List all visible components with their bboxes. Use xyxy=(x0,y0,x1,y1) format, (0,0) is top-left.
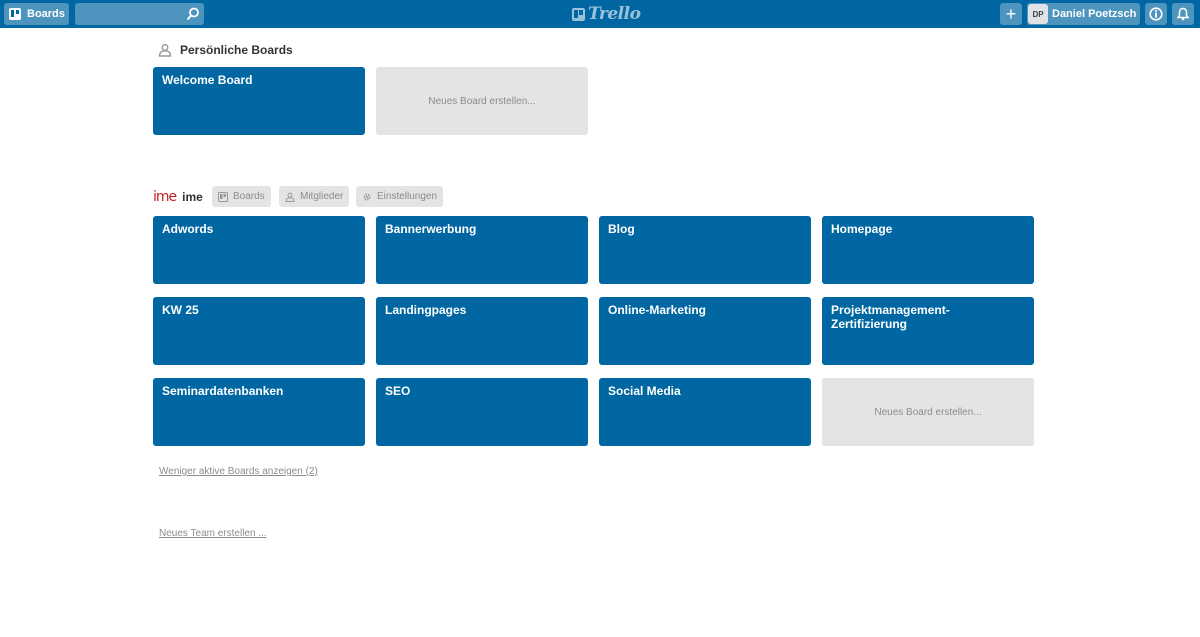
info-icon xyxy=(1149,7,1163,21)
team-logo: ime xyxy=(153,189,177,205)
new-board-label: Neues Board erstellen... xyxy=(428,95,536,107)
board-tile-title: Seminardatenbanken xyxy=(162,384,284,398)
person-icon xyxy=(285,192,295,202)
top-header: Boards Trello + DP Daniel Poetzsch xyxy=(0,0,1200,28)
board-tile-kw25[interactable]: KW 25 xyxy=(153,297,365,365)
board-tile-title: Social Media xyxy=(608,384,681,398)
board-tile-homepage[interactable]: Homepage xyxy=(822,216,1034,284)
board-tile-landingpages[interactable]: Landingpages xyxy=(376,297,588,365)
board-tile-online-marketing[interactable]: Online-Marketing xyxy=(599,297,811,365)
board-tile-bannerwerbung[interactable]: Bannerwerbung xyxy=(376,216,588,284)
board-tile-title: Bannerwerbung xyxy=(385,222,477,236)
avatar: DP xyxy=(1028,4,1048,24)
board-tile-title: SEO xyxy=(385,384,411,398)
personal-boards-header: Persönliche Boards xyxy=(158,43,293,57)
notifications-button[interactable] xyxy=(1172,3,1194,25)
team-tab-label: Boards xyxy=(233,191,265,202)
show-less-active-boards-link[interactable]: Weniger aktive Boards anzeigen (2) xyxy=(159,466,318,477)
team-tab-label: Mitglieder xyxy=(300,191,344,202)
trello-logo[interactable]: Trello xyxy=(572,4,641,24)
new-team-link[interactable]: Neues Team erstellen ... xyxy=(159,528,267,539)
board-tile-title: Online-Marketing xyxy=(608,303,707,317)
board-tile-title: Landingpages xyxy=(385,303,467,317)
person-icon xyxy=(158,44,172,57)
user-menu-button[interactable]: DP Daniel Poetzsch xyxy=(1027,3,1140,25)
gear-icon xyxy=(363,193,371,200)
personal-boards-title: Persönliche Boards xyxy=(180,43,293,57)
trello-logo-text: Trello xyxy=(588,4,641,24)
team-tab-boards[interactable]: Boards xyxy=(212,186,271,207)
new-board-team-button[interactable]: Neues Board erstellen... xyxy=(822,378,1034,446)
board-tile-title: Blog xyxy=(608,222,635,236)
info-button[interactable] xyxy=(1145,3,1167,25)
board-tile-blog[interactable]: Blog xyxy=(599,216,811,284)
team-tab-members[interactable]: Mitglieder xyxy=(279,186,350,207)
team-header: ime ime xyxy=(153,189,203,205)
board-tile-title: KW 25 xyxy=(162,303,199,317)
add-button[interactable]: + xyxy=(1000,3,1022,25)
board-tile-welcome[interactable]: Welcome Board xyxy=(153,67,365,135)
board-tile-adwords[interactable]: Adwords xyxy=(153,216,365,284)
board-icon xyxy=(9,8,21,20)
plus-icon: + xyxy=(1005,3,1017,24)
board-tile-title: Projektmanagement-Zertifizierung xyxy=(831,303,950,331)
board-tile-projektmanagement[interactable]: Projektmanagement-Zertifizierung xyxy=(822,297,1034,365)
board-tile-title: Homepage xyxy=(831,222,893,236)
boards-button[interactable]: Boards xyxy=(4,3,69,25)
board-tile-seminardatenbanken[interactable]: Seminardatenbanken xyxy=(153,378,365,446)
board-tile-title: Welcome Board xyxy=(162,73,253,87)
new-board-personal-button[interactable]: Neues Board erstellen... xyxy=(376,67,588,135)
bell-icon xyxy=(1176,7,1190,21)
board-icon xyxy=(218,191,228,202)
trello-logo-icon xyxy=(572,7,585,21)
board-tile-seo[interactable]: SEO xyxy=(376,378,588,446)
search-icon[interactable] xyxy=(186,7,200,21)
search-box[interactable] xyxy=(75,3,204,25)
board-tile-social-media[interactable]: Social Media xyxy=(599,378,811,446)
board-tile-title: Adwords xyxy=(162,222,214,236)
team-name[interactable]: ime xyxy=(182,190,203,204)
user-name: Daniel Poetzsch xyxy=(1052,8,1137,20)
team-tab-settings[interactable]: Einstellungen xyxy=(356,186,444,207)
team-tab-label: Einstellungen xyxy=(377,191,438,202)
new-board-label: Neues Board erstellen... xyxy=(874,406,982,418)
search-input[interactable] xyxy=(75,3,183,25)
boards-button-label: Boards xyxy=(27,8,65,20)
